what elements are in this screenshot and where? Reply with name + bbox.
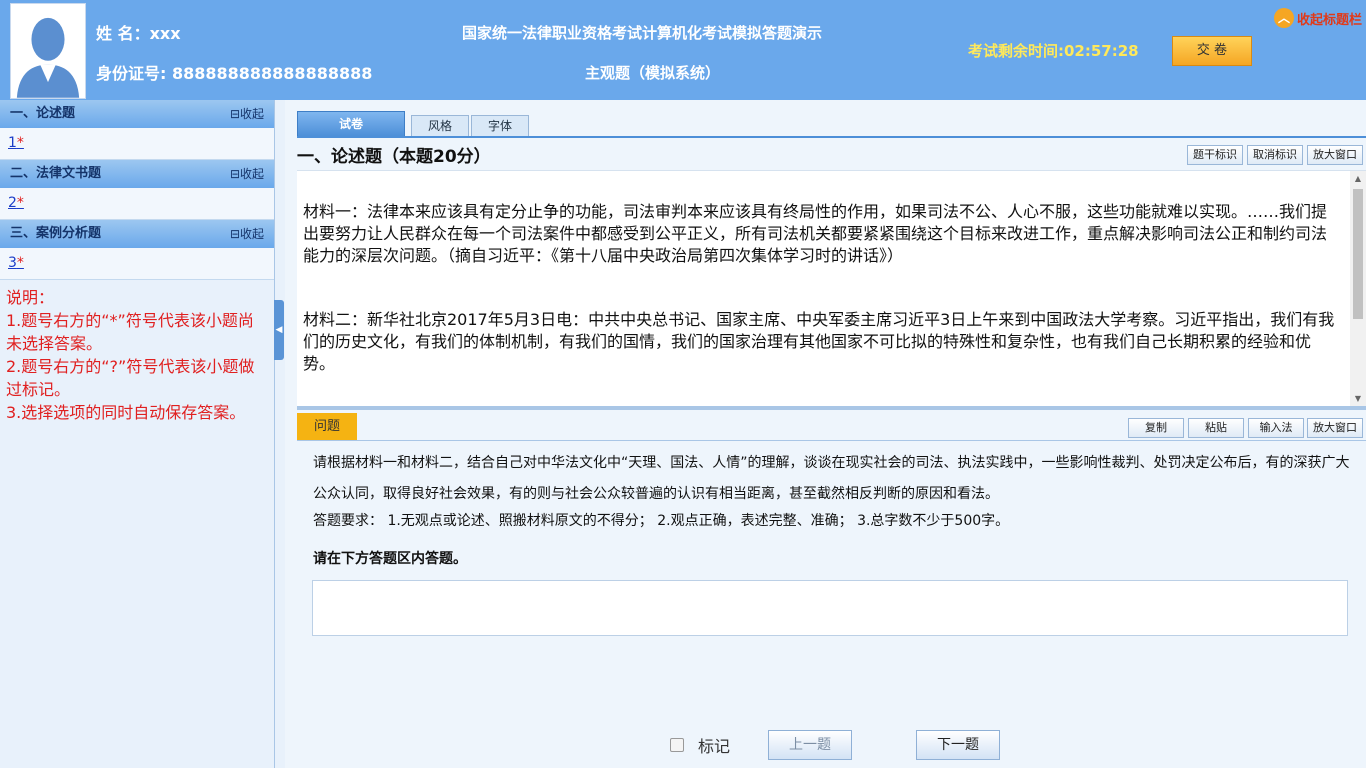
paste-button[interactable]: 粘贴 bbox=[1188, 418, 1244, 438]
prev-question-button[interactable]: 上一题 bbox=[768, 730, 853, 760]
tab-paper[interactable]: 试卷 bbox=[297, 111, 405, 137]
fold-button[interactable]: ⊟收起 bbox=[230, 220, 264, 248]
chevron-up-icon: ︿ bbox=[1274, 8, 1294, 28]
mark-checkbox[interactable] bbox=[670, 738, 684, 752]
panel-divider[interactable] bbox=[297, 406, 1366, 410]
candidate-id: 身份证号: 888888888888888888 bbox=[96, 64, 373, 83]
question-link-3[interactable]: 3* bbox=[8, 255, 24, 271]
material-paragraph-2: 材料二：新华社北京2017年5月3日电：中共中央总书记、国家主席、中央军委主席习… bbox=[303, 310, 1335, 373]
exam-title: 国家统一法律职业资格考试计算机化考试模拟答题演示 bbox=[462, 24, 823, 42]
question-link-1[interactable]: 1* bbox=[8, 135, 24, 151]
section-title: 二、法律文书题 bbox=[10, 166, 102, 181]
material-text: 材料一：法律本来应该具有定分止争的功能，司法审判本来应该具有终局性的作用，如果司… bbox=[297, 171, 1366, 375]
question-divider bbox=[297, 440, 1366, 441]
input-method-button[interactable]: 输入法 bbox=[1248, 418, 1304, 438]
next-question-button[interactable]: 下一题 bbox=[916, 730, 1001, 760]
section-items: 1* bbox=[0, 128, 274, 160]
tab-font[interactable]: 字体 bbox=[471, 115, 529, 137]
chevron-left-icon: ◀ bbox=[275, 325, 283, 335]
avatar bbox=[10, 3, 86, 99]
unmark-stem-button[interactable]: 取消标识 bbox=[1247, 145, 1303, 165]
scroll-thumb[interactable] bbox=[1353, 189, 1363, 319]
section-items: 3* bbox=[0, 248, 274, 280]
section-header-case-analysis: 三、案例分析题 ⊟收起 bbox=[0, 220, 274, 248]
tab-bar: 试卷 风格 字体 bbox=[297, 111, 531, 137]
question-tab: 问题 bbox=[297, 413, 357, 441]
material-scrollbar[interactable]: ▲ ▼ bbox=[1350, 171, 1366, 406]
scroll-down-icon[interactable]: ▼ bbox=[1350, 391, 1366, 406]
remaining-time: 考试剩余时间:02:57:28 bbox=[968, 42, 1139, 60]
instructions-note: 说明： 1.题号右方的“*”符号代表该小题尚未选择答案。 2.题号右方的“?”符… bbox=[6, 288, 255, 422]
candidate-name: 姓 名：xxx bbox=[96, 24, 181, 43]
fold-button[interactable]: ⊟收起 bbox=[230, 160, 264, 188]
submit-button[interactable]: 交 卷 bbox=[1172, 36, 1252, 66]
section-title: 一、论述题 bbox=[10, 106, 76, 121]
enlarge-question-button[interactable]: 放大窗口 bbox=[1307, 418, 1363, 438]
answer-textarea[interactable] bbox=[312, 580, 1348, 636]
material-panel: 材料一：法律本来应该具有定分止争的功能，司法审判本来应该具有终局性的作用，如果司… bbox=[297, 170, 1366, 406]
user-silhouette-icon bbox=[11, 4, 85, 98]
collapse-header-label: 收起标题栏 bbox=[1297, 12, 1363, 28]
mark-stem-button[interactable]: 题干标识 bbox=[1187, 145, 1243, 165]
answer-instruction: 请在下方答题区内答题。 bbox=[313, 551, 467, 567]
header-bar: 姓 名：xxx 身份证号: 888888888888888888 国家统一法律职… bbox=[0, 0, 1366, 100]
question-nav-panel: 一、论述题 ⊟收起 1* 二、法律文书题 ⊟收起 2* 三、案例分析题 ⊟收起 … bbox=[0, 100, 275, 768]
material-paragraph-1: 材料一：法律本来应该具有定分止争的功能，司法审判本来应该具有终局性的作用，如果司… bbox=[303, 202, 1328, 265]
tab-underline bbox=[297, 136, 1366, 138]
answer-requirements: 答题要求： 1.无观点或论述、照搬材料原文的不得分； 2.观点正确，表述完整、准… bbox=[313, 513, 1010, 529]
copy-button[interactable]: 复制 bbox=[1128, 418, 1184, 438]
tab-style[interactable]: 风格 bbox=[411, 115, 469, 137]
section-header-legal-document: 二、法律文书题 ⊟收起 bbox=[0, 160, 274, 188]
scroll-up-icon[interactable]: ▲ bbox=[1350, 171, 1366, 187]
section-items: 2* bbox=[0, 188, 274, 220]
main-content: 试卷 风格 字体 一、论述题（本题20分） 题干标识 取消标识 放大窗口 材料一… bbox=[285, 100, 1366, 768]
section-header-essay: 一、论述题 ⊟收起 bbox=[0, 100, 274, 128]
collapse-sidebar-handle[interactable]: ◀ bbox=[274, 300, 284, 360]
question-link-2[interactable]: 2* bbox=[8, 195, 24, 211]
footer-nav: 标记 上一题 下一题 bbox=[670, 730, 1001, 760]
collapse-header-button[interactable]: ︿ 收起标题栏 bbox=[1274, 8, 1362, 28]
mark-label: 标记 bbox=[698, 737, 731, 756]
fold-button[interactable]: ⊟收起 bbox=[230, 100, 264, 128]
question-text: 请根据材料一和材料二，结合自己对中华法文化中“天理、国法、人情”的理解，谈谈在现… bbox=[313, 455, 1350, 502]
section-heading: 一、论述题（本题20分） bbox=[297, 147, 491, 167]
section-title: 三、案例分析题 bbox=[10, 226, 102, 241]
exam-subtitle: 主观题（模拟系统） bbox=[585, 64, 721, 82]
enlarge-material-button[interactable]: 放大窗口 bbox=[1307, 145, 1363, 165]
